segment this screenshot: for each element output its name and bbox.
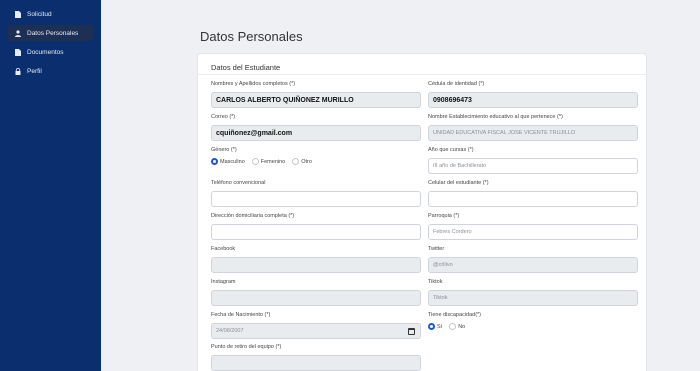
page-title: Datos Personales: [200, 29, 303, 44]
nombres-label: Nombres y Apellidos completos (*): [211, 81, 296, 87]
telefono-input[interactable]: [211, 191, 421, 207]
instagram-label: Instagram: [211, 279, 236, 285]
document-icon: [14, 48, 22, 56]
radio-si-label: Sí: [437, 323, 443, 330]
nacimiento-label: Fecha de Nacimiento (*): [211, 312, 271, 318]
parroquia-select[interactable]: Febres Cordero: [428, 224, 638, 240]
genero-radio-group: Masculino Femenino Otro: [211, 158, 319, 165]
cedula-field[interactable]: 0908696473: [428, 92, 638, 108]
retiro-select[interactable]: [211, 355, 421, 371]
twitter-label: Twitter: [428, 246, 445, 252]
correo-label: Correo (*): [211, 114, 236, 120]
discapacidad-radio-group: Sí No: [428, 323, 472, 330]
radio-femenino[interactable]: [251, 158, 259, 165]
sidebar-item-documentos[interactable]: Documentos: [8, 44, 93, 60]
sidebar-item-datos-personales[interactable]: Datos Personales: [8, 25, 93, 41]
direccion-input[interactable]: [211, 224, 421, 240]
sidebar-item-label: Perfil: [27, 67, 42, 75]
tiktok-input[interactable]: Tiktok: [428, 290, 638, 306]
genero-label: Género (*): [211, 147, 237, 153]
radio-masculino-label: Masculino: [220, 158, 245, 165]
celular-input[interactable]: [428, 191, 638, 207]
sidebar-item-solicitud[interactable]: Solicitud: [8, 6, 93, 22]
main-content: Datos Personales Datos del Estudiante No…: [101, 0, 700, 371]
establecimiento-label: Nombre Establecimiento educativo al que …: [428, 114, 563, 120]
nacimiento-value: 24/08/2007: [216, 328, 244, 334]
twitter-input[interactable]: @crlilvo: [428, 257, 638, 273]
discapacidad-label: Tiene discapacidad(*): [428, 312, 481, 318]
tiktok-label: Tiktok: [428, 279, 443, 285]
nacimiento-date-input[interactable]: 24/08/2007: [211, 323, 421, 339]
radio-otro[interactable]: [292, 158, 300, 165]
anio-select[interactable]: III año de Bachillerato: [428, 158, 638, 174]
card-title: Datos del Estudiante: [211, 63, 281, 72]
cedula-label: Cédula de identidad (*): [428, 81, 485, 87]
correo-field[interactable]: cquiñonez@gmail.com: [211, 125, 421, 141]
nombres-field[interactable]: CARLOS ALBERTO QUIÑONEZ MURILLO: [211, 92, 421, 108]
parroquia-label: Parroquia (*): [428, 213, 460, 219]
sidebar: Solicitud Datos Personales Documentos Pe…: [0, 0, 101, 371]
document-icon: [14, 10, 22, 18]
sidebar-item-label: Documentos: [27, 48, 64, 56]
anio-label: Año que cursas (*): [428, 147, 474, 153]
student-data-card: Datos del Estudiante Nombres y Apellidos…: [197, 53, 647, 371]
sidebar-item-perfil[interactable]: Perfil: [8, 63, 93, 79]
sidebar-item-label: Datos Personales: [27, 29, 79, 37]
radio-femenino-label: Femenino: [260, 158, 286, 165]
user-icon: [14, 29, 22, 37]
card-divider: [198, 74, 646, 75]
direccion-label: Dirección domiciliaria completa (*): [211, 213, 295, 219]
radio-no-label: No: [458, 323, 466, 330]
radio-masculino[interactable]: [211, 158, 218, 165]
radio-otro-label: Otro: [301, 158, 312, 165]
establecimiento-field[interactable]: UNIDAD EDUCATIVA FISCAL JOSE VICENTE TRU…: [428, 125, 638, 141]
instagram-input[interactable]: [211, 290, 421, 306]
celular-label: Celular del estudiante (*): [428, 180, 489, 186]
facebook-label: Facebook: [211, 246, 236, 252]
retiro-label: Punto de retiro del equipo (*): [211, 344, 282, 350]
facebook-input[interactable]: [211, 257, 421, 273]
lock-icon: [14, 67, 22, 75]
telefono-label: Teléfono convencional: [211, 180, 266, 186]
sidebar-item-label: Solicitud: [27, 10, 52, 18]
calendar-icon[interactable]: [408, 327, 415, 335]
radio-si[interactable]: [428, 323, 435, 330]
radio-no[interactable]: [449, 323, 457, 330]
